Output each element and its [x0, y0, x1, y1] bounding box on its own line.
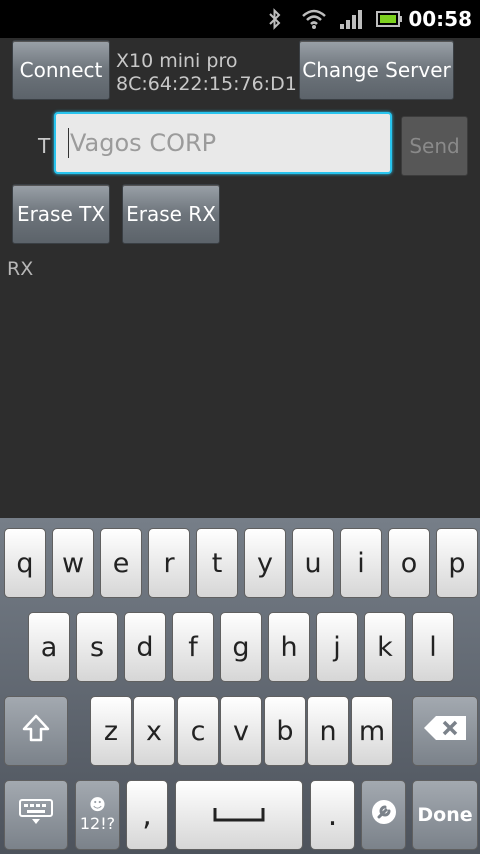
- tools-key[interactable]: [361, 780, 406, 850]
- key-p[interactable]: p: [436, 528, 478, 598]
- battery-icon: [376, 6, 404, 32]
- change-server-button[interactable]: Change Server: [299, 40, 454, 100]
- key-t[interactable]: t: [196, 528, 238, 598]
- key-o[interactable]: o: [388, 528, 430, 598]
- wifi-icon: [300, 6, 328, 32]
- key-g[interactable]: g: [220, 612, 262, 682]
- status-bar: 00:58: [0, 0, 480, 38]
- backspace-key[interactable]: [412, 696, 478, 766]
- key-w[interactable]: w: [52, 528, 94, 598]
- space-icon: [212, 800, 266, 831]
- wrench-icon: [370, 798, 398, 833]
- key-v[interactable]: v: [220, 696, 262, 766]
- symbols-key-label: 12!?: [79, 814, 116, 833]
- key-period[interactable]: .: [310, 780, 355, 850]
- key-l[interactable]: l: [412, 612, 454, 682]
- bluetooth-icon: [266, 6, 284, 32]
- send-button[interactable]: Send: [401, 116, 468, 176]
- key-h[interactable]: h: [268, 612, 310, 682]
- smiley-icon: ☻: [89, 795, 106, 814]
- device-info: X10 mini pro 8C:64:22:15:76:D1: [116, 50, 297, 96]
- backspace-icon: [422, 714, 468, 749]
- connect-button[interactable]: Connect: [12, 40, 110, 100]
- erase-rx-button[interactable]: Erase RX: [122, 184, 220, 244]
- key-d[interactable]: d: [124, 612, 166, 682]
- tx-label: T: [38, 134, 51, 158]
- soft-keyboard: q w e r t y u i o p a s d f g h j k l z …: [0, 518, 480, 854]
- key-z[interactable]: z: [90, 696, 132, 766]
- key-j[interactable]: j: [316, 612, 358, 682]
- space-key[interactable]: [175, 780, 303, 850]
- key-c[interactable]: c: [177, 696, 219, 766]
- signal-icon: [338, 6, 364, 32]
- key-x[interactable]: x: [133, 696, 175, 766]
- rx-label: RX: [7, 258, 34, 280]
- tx-input[interactable]: Vagos CORP: [54, 112, 392, 174]
- key-y[interactable]: y: [244, 528, 286, 598]
- key-q[interactable]: q: [4, 528, 46, 598]
- key-u[interactable]: u: [292, 528, 334, 598]
- key-f[interactable]: f: [172, 612, 214, 682]
- key-k[interactable]: k: [364, 612, 406, 682]
- key-b[interactable]: b: [264, 696, 306, 766]
- clock: 00:58: [408, 7, 472, 31]
- key-comma[interactable]: ,: [126, 780, 168, 850]
- key-s[interactable]: s: [76, 612, 118, 682]
- key-m[interactable]: m: [351, 696, 393, 766]
- key-e[interactable]: e: [100, 528, 142, 598]
- done-key[interactable]: Done: [412, 780, 478, 850]
- key-i[interactable]: i: [340, 528, 382, 598]
- device-address: 8C:64:22:15:76:D1: [116, 73, 297, 95]
- key-n[interactable]: n: [307, 696, 349, 766]
- text-cursor: [68, 128, 69, 158]
- key-r[interactable]: r: [148, 528, 190, 598]
- erase-tx-button[interactable]: Erase TX: [12, 184, 110, 244]
- keyboard-settings-key[interactable]: [4, 780, 68, 850]
- keyboard-icon: [19, 798, 53, 833]
- shift-icon: [21, 713, 51, 750]
- symbols-key[interactable]: ☻ 12!?: [75, 780, 120, 850]
- key-a[interactable]: a: [28, 612, 70, 682]
- device-name: X10 mini pro: [116, 50, 238, 72]
- tx-input-placeholder: Vagos CORP: [70, 129, 217, 157]
- shift-key[interactable]: [4, 696, 68, 766]
